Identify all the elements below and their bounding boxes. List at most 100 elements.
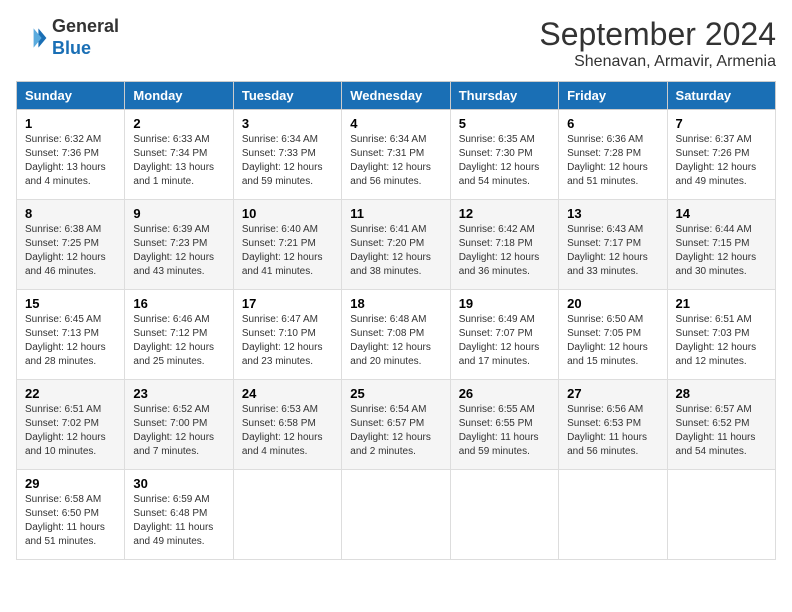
day-number: 26 bbox=[459, 386, 550, 401]
calendar-cell: 17Sunrise: 6:47 AM Sunset: 7:10 PM Dayli… bbox=[233, 290, 341, 380]
day-info: Sunrise: 6:34 AM Sunset: 7:33 PM Dayligh… bbox=[242, 133, 333, 189]
day-number: 9 bbox=[133, 206, 224, 221]
day-info: Sunrise: 6:54 AM Sunset: 6:57 PM Dayligh… bbox=[350, 403, 441, 459]
calendar-cell: 24 Sunrise: 6:53 AM Sunset: 6:58 PM Dayli… bbox=[233, 380, 341, 470]
day-info: Sunrise: 6:38 AM Sunset: 7:25 PM Dayligh… bbox=[25, 223, 116, 279]
calendar-cell: 2 Sunrise: 6:33 AM Sunset: 7:34 PM Daylig… bbox=[125, 110, 233, 200]
calendar-cell: 20 Sunrise: 6:50 AM Sunset: 7:05 PM Dayli… bbox=[559, 290, 667, 380]
calendar-week-1: 1 Sunrise: 6:32 AM Sunset: 7:36 PM Daylig… bbox=[17, 110, 776, 200]
calendar-cell: 13 Sunrise: 6:43 AM Sunset: 7:17 PM Dayli… bbox=[559, 200, 667, 290]
calendar-cell: 21 Sunrise: 6:51 AM Sunset: 7:03 PM Dayli… bbox=[667, 290, 775, 380]
calendar-cell: 7 Sunrise: 6:37 AM Sunset: 7:26 PM Daylig… bbox=[667, 110, 775, 200]
day-info: Sunrise: 6:50 AM Sunset: 7:05 PM Dayligh… bbox=[567, 313, 658, 369]
day-info: Sunrise: 6:51 AM Sunset: 7:02 PM Dayligh… bbox=[25, 403, 116, 459]
day-info: Sunrise: 6:52 AM Sunset: 7:00 PM Dayligh… bbox=[133, 403, 224, 459]
calendar-table: SundayMondayTuesdayWednesdayThursdayFrid… bbox=[16, 81, 776, 560]
day-info: Sunrise: 6:46 AM Sunset: 7:12 PM Dayligh… bbox=[133, 313, 224, 369]
day-number: 20 bbox=[567, 296, 658, 311]
day-info: Sunrise: 6:53 AM Sunset: 6:58 PM Dayligh… bbox=[242, 403, 333, 459]
day-info: Sunrise: 6:59 AM Sunset: 6:48 PM Dayligh… bbox=[133, 493, 224, 549]
col-header-friday: Friday bbox=[559, 82, 667, 110]
day-info: Sunrise: 6:34 AM Sunset: 7:31 PM Dayligh… bbox=[350, 133, 441, 189]
col-header-thursday: Thursday bbox=[450, 82, 558, 110]
day-info: Sunrise: 6:42 AM Sunset: 7:18 PM Dayligh… bbox=[459, 223, 550, 279]
calendar-week-2: 8Sunrise: 6:38 AM Sunset: 7:25 PM Daylig… bbox=[17, 200, 776, 290]
day-number: 3 bbox=[242, 116, 333, 131]
calendar-cell: 29Sunrise: 6:58 AM Sunset: 6:50 PM Dayli… bbox=[17, 470, 125, 560]
calendar-cell: 30 Sunrise: 6:59 AM Sunset: 6:48 PM Dayli… bbox=[125, 470, 233, 560]
day-info: Sunrise: 6:57 AM Sunset: 6:52 PM Dayligh… bbox=[676, 403, 767, 459]
day-number: 1 bbox=[25, 116, 116, 131]
day-info: Sunrise: 6:39 AM Sunset: 7:23 PM Dayligh… bbox=[133, 223, 224, 279]
calendar-cell: 28Sunrise: 6:57 AM Sunset: 6:52 PM Dayli… bbox=[667, 380, 775, 470]
day-number: 30 bbox=[133, 476, 224, 491]
calendar-cell: 27 Sunrise: 6:56 AM Sunset: 6:53 PM Dayli… bbox=[559, 380, 667, 470]
col-header-saturday: Saturday bbox=[667, 82, 775, 110]
calendar-cell bbox=[233, 470, 341, 560]
day-number: 25 bbox=[350, 386, 441, 401]
day-number: 21 bbox=[676, 296, 767, 311]
day-number: 29 bbox=[25, 476, 116, 491]
calendar-cell: 11 Sunrise: 6:41 AM Sunset: 7:20 PM Dayli… bbox=[342, 200, 450, 290]
day-number: 15 bbox=[25, 296, 116, 311]
day-number: 22 bbox=[25, 386, 116, 401]
col-header-sunday: Sunday bbox=[17, 82, 125, 110]
logo-line1: General bbox=[52, 16, 119, 38]
calendar-week-5: 29Sunrise: 6:58 AM Sunset: 6:50 PM Dayli… bbox=[17, 470, 776, 560]
calendar-cell bbox=[342, 470, 450, 560]
col-header-wednesday: Wednesday bbox=[342, 82, 450, 110]
day-info: Sunrise: 6:33 AM Sunset: 7:34 PM Dayligh… bbox=[133, 133, 224, 189]
day-number: 27 bbox=[567, 386, 658, 401]
month-title: September 2024 bbox=[539, 16, 776, 53]
calendar-cell bbox=[667, 470, 775, 560]
calendar-cell: 25 Sunrise: 6:54 AM Sunset: 6:57 PM Dayli… bbox=[342, 380, 450, 470]
calendar-cell: 9 Sunrise: 6:39 AM Sunset: 7:23 PM Daylig… bbox=[125, 200, 233, 290]
day-info: Sunrise: 6:51 AM Sunset: 7:03 PM Dayligh… bbox=[676, 313, 767, 369]
day-info: Sunrise: 6:41 AM Sunset: 7:20 PM Dayligh… bbox=[350, 223, 441, 279]
col-header-monday: Monday bbox=[125, 82, 233, 110]
calendar-cell: 16 Sunrise: 6:46 AM Sunset: 7:12 PM Dayli… bbox=[125, 290, 233, 380]
day-info: Sunrise: 6:36 AM Sunset: 7:28 PM Dayligh… bbox=[567, 133, 658, 189]
day-number: 2 bbox=[133, 116, 224, 131]
day-info: Sunrise: 6:48 AM Sunset: 7:08 PM Dayligh… bbox=[350, 313, 441, 369]
day-number: 24 bbox=[242, 386, 333, 401]
calendar-cell: 14 Sunrise: 6:44 AM Sunset: 7:15 PM Dayli… bbox=[667, 200, 775, 290]
day-info: Sunrise: 6:44 AM Sunset: 7:15 PM Dayligh… bbox=[676, 223, 767, 279]
calendar-cell: 26Sunrise: 6:55 AM Sunset: 6:55 PM Dayli… bbox=[450, 380, 558, 470]
calendar-header-row: SundayMondayTuesdayWednesdayThursdayFrid… bbox=[17, 82, 776, 110]
calendar-week-4: 22 Sunrise: 6:51 AM Sunset: 7:02 PM Dayli… bbox=[17, 380, 776, 470]
calendar-cell: 6 Sunrise: 6:36 AM Sunset: 7:28 PM Daylig… bbox=[559, 110, 667, 200]
calendar-cell bbox=[450, 470, 558, 560]
day-number: 16 bbox=[133, 296, 224, 311]
day-number: 13 bbox=[567, 206, 658, 221]
day-number: 6 bbox=[567, 116, 658, 131]
day-number: 18 bbox=[350, 296, 441, 311]
day-number: 11 bbox=[350, 206, 441, 221]
day-number: 7 bbox=[676, 116, 767, 131]
day-info: Sunrise: 6:43 AM Sunset: 7:17 PM Dayligh… bbox=[567, 223, 658, 279]
day-number: 23 bbox=[133, 386, 224, 401]
day-info: Sunrise: 6:32 AM Sunset: 7:36 PM Dayligh… bbox=[25, 133, 116, 189]
day-number: 5 bbox=[459, 116, 550, 131]
calendar-cell: 8Sunrise: 6:38 AM Sunset: 7:25 PM Daylig… bbox=[17, 200, 125, 290]
day-info: Sunrise: 6:56 AM Sunset: 6:53 PM Dayligh… bbox=[567, 403, 658, 459]
day-info: Sunrise: 6:35 AM Sunset: 7:30 PM Dayligh… bbox=[459, 133, 550, 189]
calendar-cell: 18 Sunrise: 6:48 AM Sunset: 7:08 PM Dayli… bbox=[342, 290, 450, 380]
day-number: 19 bbox=[459, 296, 550, 311]
calendar-cell bbox=[559, 470, 667, 560]
title-block: September 2024 Shenavan, Armavir, Armeni… bbox=[539, 16, 776, 71]
calendar-cell: 1 Sunrise: 6:32 AM Sunset: 7:36 PM Daylig… bbox=[17, 110, 125, 200]
day-info: Sunrise: 6:47 AM Sunset: 7:10 PM Dayligh… bbox=[242, 313, 333, 369]
day-info: Sunrise: 6:45 AM Sunset: 7:13 PM Dayligh… bbox=[25, 313, 116, 369]
calendar-cell: 23 Sunrise: 6:52 AM Sunset: 7:00 PM Dayli… bbox=[125, 380, 233, 470]
location-subtitle: Shenavan, Armavir, Armenia bbox=[539, 53, 776, 71]
day-info: Sunrise: 6:49 AM Sunset: 7:07 PM Dayligh… bbox=[459, 313, 550, 369]
day-number: 4 bbox=[350, 116, 441, 131]
day-number: 14 bbox=[676, 206, 767, 221]
day-info: Sunrise: 6:37 AM Sunset: 7:26 PM Dayligh… bbox=[676, 133, 767, 189]
header: General Blue September 2024 Shenavan, Ar… bbox=[16, 16, 776, 71]
logo-line2: Blue bbox=[52, 38, 119, 60]
calendar-cell: 12 Sunrise: 6:42 AM Sunset: 7:18 PM Dayli… bbox=[450, 200, 558, 290]
col-header-tuesday: Tuesday bbox=[233, 82, 341, 110]
day-number: 12 bbox=[459, 206, 550, 221]
